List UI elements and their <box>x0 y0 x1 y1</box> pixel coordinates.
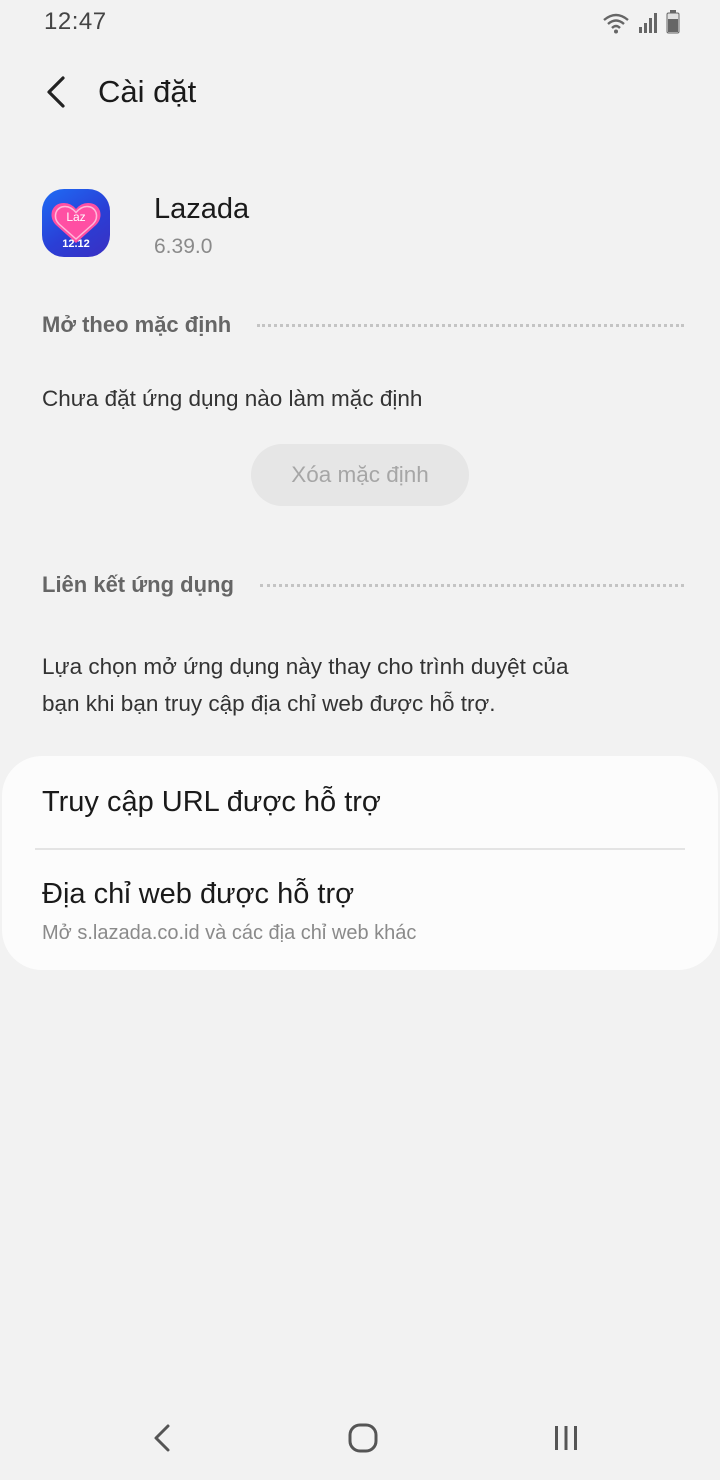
navigation-bar <box>0 1400 720 1480</box>
app-name: Lazada <box>154 193 250 225</box>
app-links-card: Truy cập URL được hỗ trợ Địa chỉ web đượ… <box>2 756 718 970</box>
back-button[interactable] <box>30 68 82 120</box>
page-title: Cài đặt <box>98 74 197 109</box>
section-label: Liên kết ứng dụng <box>42 572 234 597</box>
home-nav-icon <box>348 1423 378 1458</box>
default-status-text: Chưa đặt ứng dụng nào làm mặc định <box>42 386 423 411</box>
section-label: Mở theo mặc định <box>42 312 232 337</box>
nav-back-button[interactable] <box>132 1418 192 1462</box>
list-item-title: Truy cập URL được hỗ trợ <box>42 786 381 818</box>
status-time: 12:47 <box>44 8 107 35</box>
app-header: Cài đặt <box>0 60 720 130</box>
section-divider <box>257 323 684 327</box>
wifi-icon <box>602 12 630 34</box>
app-links-description: Lựa chọn mở ứng dụng này thay cho trình … <box>42 648 682 722</box>
clear-defaults-button[interactable]: Xóa mặc định <box>251 444 469 506</box>
nav-home-button[interactable] <box>333 1418 393 1462</box>
app-icon-text-bottom: 12.12 <box>62 238 90 250</box>
lazada-app-icon: Laz 12.12 <box>42 189 110 257</box>
recents-nav-icon <box>552 1424 580 1457</box>
list-item-title: Địa chỉ web được hỗ trợ <box>42 878 355 910</box>
back-nav-icon <box>152 1423 172 1458</box>
list-item-open-supported-urls[interactable]: Truy cập URL được hỗ trợ <box>2 756 718 848</box>
signal-icon <box>638 12 658 34</box>
app-version: 6.39.0 <box>154 235 213 258</box>
app-icon-text-top: Laz <box>66 210 85 224</box>
list-item-subtitle: Mở s.lazada.co.id và các địa chỉ web khá… <box>42 922 417 944</box>
section-header-app-links: Liên kết ứng dụng <box>42 572 684 598</box>
description-line: Lựa chọn mở ứng dụng này thay cho trình … <box>42 654 569 679</box>
battery-icon <box>666 10 680 34</box>
nav-recents-button[interactable] <box>536 1418 596 1462</box>
section-header-open-by-default: Mở theo mặc định <box>42 312 684 338</box>
status-bar: 12:47 <box>0 0 720 44</box>
list-item-supported-web-addresses[interactable]: Địa chỉ web được hỗ trợ Mở s.lazada.co.i… <box>2 850 718 970</box>
chevron-left-icon <box>44 75 68 114</box>
section-divider <box>259 583 684 587</box>
description-line: bạn khi bạn truy cập địa chỉ web được hỗ… <box>42 691 496 716</box>
status-icons <box>602 8 680 34</box>
